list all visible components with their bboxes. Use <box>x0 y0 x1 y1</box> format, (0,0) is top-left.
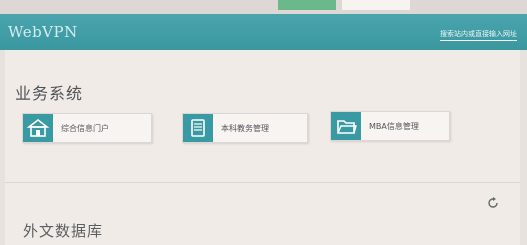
foreign-database-title: 外文数据库 <box>23 222 104 240</box>
book-icon <box>183 114 213 142</box>
card-mba[interactable]: MBA信息管理 <box>330 111 450 141</box>
browser-top-strip <box>0 0 527 14</box>
main-content: 业务系统 综合信息门户 本科教务管理 MBA信息管理 外文数据库 <box>5 50 520 245</box>
card-academic[interactable]: 本科教务管理 <box>182 113 308 143</box>
browser-tab[interactable] <box>342 0 410 10</box>
browser-tab-active[interactable] <box>278 0 336 10</box>
refresh-icon[interactable] <box>487 194 499 208</box>
card-label-portal: 综合信息门户 <box>61 124 109 133</box>
folder-icon <box>331 112 361 140</box>
header-bar: WebVPN 搜索站内或直接输入网址 <box>0 14 527 50</box>
card-label-academic: 本科教务管理 <box>221 124 269 133</box>
card-label-mba: MBA信息管理 <box>369 122 419 131</box>
card-portal[interactable]: 综合信息门户 <box>22 113 152 143</box>
header-search-link[interactable]: 搜索站内或直接输入网址 <box>440 29 517 41</box>
home-icon <box>23 114 53 142</box>
webvpn-logo: WebVPN <box>8 23 78 41</box>
section-divider <box>5 182 520 183</box>
business-systems-title: 业务系统 <box>15 84 84 103</box>
